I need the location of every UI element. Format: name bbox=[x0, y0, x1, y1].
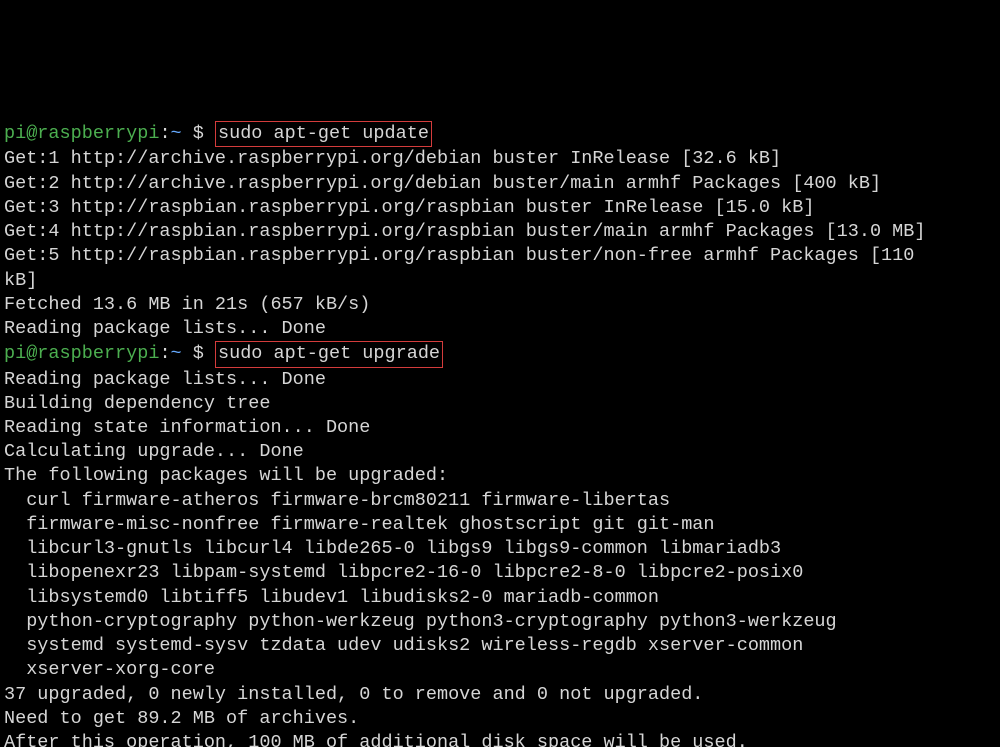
pkg-line: curl firmware-atheros firmware-brcm80211… bbox=[4, 489, 996, 513]
prompt-line-2: pi@raspberrypi:~ $ sudo apt-get upgrade bbox=[4, 343, 443, 364]
output-line: After this operation, 100 MB of addition… bbox=[4, 732, 748, 747]
output-line: Reading package lists... Done bbox=[4, 318, 326, 339]
prompt-dollar: $ bbox=[193, 343, 215, 364]
output-line: Fetched 13.6 MB in 21s (657 kB/s) bbox=[4, 294, 370, 315]
output-line: Get:5 http://raspbian.raspberrypi.org/ra… bbox=[4, 245, 925, 290]
prompt-sep: : bbox=[159, 123, 170, 144]
pkg-line: firmware-misc-nonfree firmware-realtek g… bbox=[4, 513, 996, 537]
pkg-line: python-cryptography python-werkzeug pyth… bbox=[4, 610, 996, 634]
pkg-line: systemd systemd-sysv tzdata udev udisks2… bbox=[4, 634, 996, 658]
command-upgrade: sudo apt-get upgrade bbox=[215, 341, 443, 367]
pkg-line: libcurl3-gnutls libcurl4 libde265-0 libg… bbox=[4, 537, 996, 561]
output-line: Get:1 http://archive.raspberrypi.org/deb… bbox=[4, 148, 781, 169]
prompt-user: pi@raspberrypi bbox=[4, 123, 159, 144]
output-line: Reading state information... Done bbox=[4, 417, 370, 438]
prompt-dollar: $ bbox=[193, 123, 215, 144]
prompt-path: ~ bbox=[171, 343, 193, 364]
output-line: Calculating upgrade... Done bbox=[4, 441, 304, 462]
output-line: 37 upgraded, 0 newly installed, 0 to rem… bbox=[4, 684, 703, 705]
prompt-path: ~ bbox=[171, 123, 193, 144]
prompt-line-1: pi@raspberrypi:~ $ sudo apt-get update bbox=[4, 123, 432, 144]
output-line: Get:2 http://archive.raspberrypi.org/deb… bbox=[4, 173, 881, 194]
output-line: Reading package lists... Done bbox=[4, 369, 326, 390]
pkg-line: libsystemd0 libtiff5 libudev1 libudisks2… bbox=[4, 586, 996, 610]
command-update: sudo apt-get update bbox=[215, 121, 432, 147]
prompt-sep: : bbox=[159, 343, 170, 364]
output-line: Get:4 http://raspbian.raspberrypi.org/ra… bbox=[4, 221, 925, 242]
pkg-line: xserver-xorg-core bbox=[4, 658, 996, 682]
prompt-user: pi@raspberrypi bbox=[4, 343, 159, 364]
output-line: Get:3 http://raspbian.raspberrypi.org/ra… bbox=[4, 197, 814, 218]
output-line: The following packages will be upgraded: bbox=[4, 465, 448, 486]
output-line: Building dependency tree bbox=[4, 393, 270, 414]
output-line: Need to get 89.2 MB of archives. bbox=[4, 708, 359, 729]
terminal-window[interactable]: pi@raspberrypi:~ $ sudo apt-get update G… bbox=[0, 97, 1000, 747]
pkg-line: libopenexr23 libpam-systemd libpcre2-16-… bbox=[4, 561, 996, 585]
